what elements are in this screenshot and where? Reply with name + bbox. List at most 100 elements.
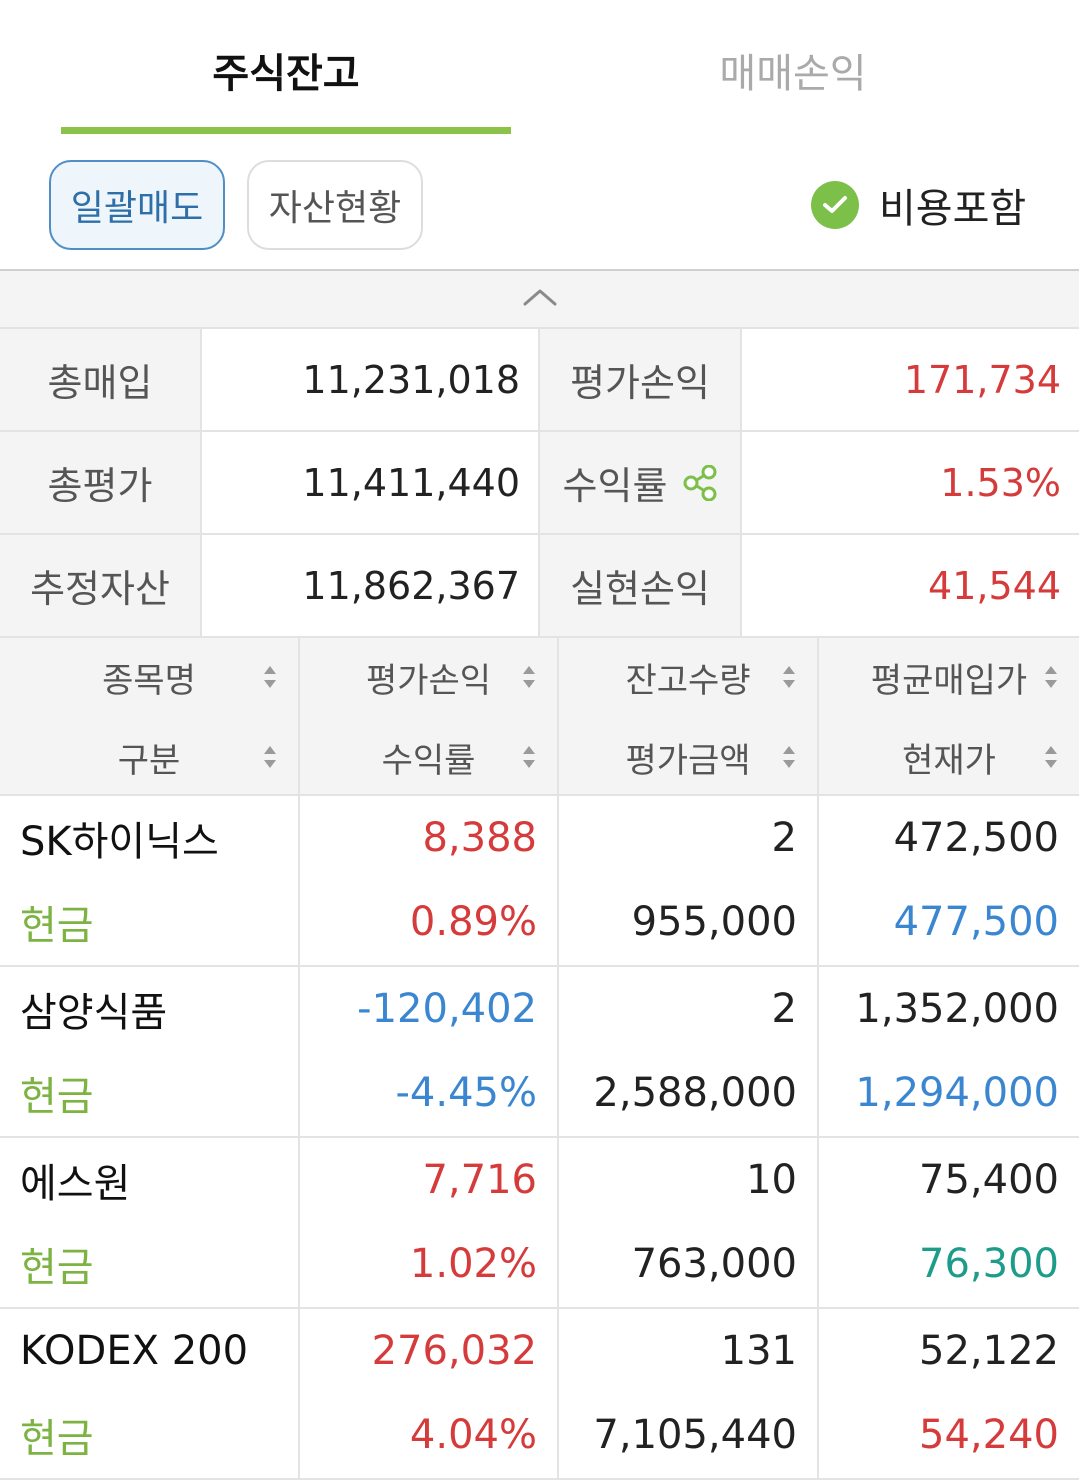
cell-price: 75,400 76,300 <box>819 1138 1079 1307</box>
table-row[interactable]: 에스원 현금 7,716 1.02% 10 763,000 75,400 76,… <box>0 1138 1079 1309</box>
summary-row: 총평가 11,411,440 수익률 1.53% <box>0 430 1079 533</box>
active-tab-indicator <box>61 127 511 134</box>
header-col-pl: 평가손익 수익률 <box>300 638 559 796</box>
summary-label: 실현손익 <box>540 535 742 636</box>
current-price: 76,300 <box>919 1241 1059 1287</box>
cell-name: 에스원 현금 <box>0 1138 300 1307</box>
header-label: 평균매입가 <box>870 660 1028 701</box>
summary-label-with-share: 수익률 <box>540 432 742 533</box>
header-label: 평가금액 <box>625 740 751 781</box>
quantity: 10 <box>746 1157 797 1203</box>
avg-price: 472,500 <box>893 815 1059 861</box>
avg-price: 75,400 <box>919 1157 1059 1203</box>
stock-name: 삼양식품 <box>20 990 168 1036</box>
sort-header-avg[interactable]: 평균매입가 <box>819 638 1079 716</box>
eval-pl: 7,716 <box>422 1157 537 1203</box>
header-col-name: 종목명 구분 <box>0 638 300 796</box>
cell-name: 삼양식품 현금 <box>0 967 300 1136</box>
table-row[interactable]: 삼양식품 현금 -120,402 -4.45% 2 2,588,000 1,35… <box>0 967 1079 1138</box>
cell-pl: 7,716 1.02% <box>300 1138 559 1307</box>
cell-pl: 8,388 0.89% <box>300 796 559 965</box>
include-cost-label: 비용포함 <box>879 186 1027 232</box>
sort-header-eval[interactable]: 평가금액 <box>559 718 817 796</box>
current-price: 54,240 <box>919 1412 1059 1458</box>
holdings-list: SK하이닉스 현금 8,388 0.89% 2 955,000 472,500 … <box>0 796 1079 1480</box>
summary-value: 11,411,440 <box>202 432 540 533</box>
summary-table: 총매입 11,231,018 평가손익 171,734 총평가 11,411,4… <box>0 327 1079 636</box>
holdings-header: 종목명 구분 평가손익 수익률 잔고수량 평가금액 평균매입가 현재가 <box>0 636 1079 796</box>
header-label: 구분 <box>117 740 181 781</box>
account-type: 현금 <box>20 1245 94 1291</box>
eval-amount: 2,588,000 <box>593 1070 797 1116</box>
stock-name: 에스원 <box>20 1161 131 1207</box>
cell-qty: 2 955,000 <box>559 796 819 965</box>
cell-qty: 2 2,588,000 <box>559 967 819 1136</box>
cell-name: KODEX 200 현금 <box>0 1309 300 1478</box>
sort-icon <box>523 746 535 768</box>
cell-pl: -120,402 -4.45% <box>300 967 559 1136</box>
cell-name: SK하이닉스 현금 <box>0 796 300 965</box>
table-row[interactable]: KODEX 200 현금 276,032 4.04% 131 7,105,440… <box>0 1309 1079 1480</box>
sort-icon <box>264 746 276 768</box>
sort-icon <box>1045 666 1057 688</box>
sort-icon <box>1045 746 1057 768</box>
check-circle-icon <box>811 181 859 229</box>
sort-header-pl[interactable]: 평가손익 <box>300 638 557 716</box>
sort-icon <box>264 666 276 688</box>
table-row[interactable]: SK하이닉스 현금 8,388 0.89% 2 955,000 472,500 … <box>0 796 1079 967</box>
eval-amount: 763,000 <box>631 1241 797 1287</box>
bulk-sell-button[interactable]: 일괄매도 <box>49 160 225 250</box>
summary-label: 추정자산 <box>0 535 202 636</box>
summary-label: 평가손익 <box>540 329 742 430</box>
cell-price: 472,500 477,500 <box>819 796 1079 965</box>
sort-header-rate[interactable]: 수익률 <box>300 718 557 796</box>
summary-label: 수익률 <box>562 464 668 508</box>
cell-price: 1,352,000 1,294,000 <box>819 967 1079 1136</box>
cell-qty: 10 763,000 <box>559 1138 819 1307</box>
account-type: 현금 <box>20 1416 94 1462</box>
summary-value: 11,862,367 <box>202 535 540 636</box>
summary-value: 11,231,018 <box>202 329 540 430</box>
summary-collapse-toggle[interactable] <box>0 271 1079 327</box>
quantity: 2 <box>771 986 797 1032</box>
return-rate: 1.02% <box>409 1241 537 1287</box>
sort-icon <box>523 666 535 688</box>
tab-trade-pl[interactable]: 매매손익 <box>568 40 1018 100</box>
account-type: 현금 <box>20 1074 94 1120</box>
header-label: 수익률 <box>381 740 476 781</box>
sort-icon <box>783 746 795 768</box>
include-cost-toggle[interactable]: 비용포함 <box>811 178 1026 232</box>
summary-label: 총매입 <box>0 329 202 430</box>
quantity: 131 <box>720 1328 797 1374</box>
summary-value: 1.53% <box>940 460 1061 505</box>
eval-pl: 8,388 <box>422 815 537 861</box>
sort-header-qty[interactable]: 잔고수량 <box>559 638 817 716</box>
quantity: 2 <box>771 815 797 861</box>
cell-pl: 276,032 4.04% <box>300 1309 559 1478</box>
avg-price: 1,352,000 <box>855 986 1059 1032</box>
header-label: 종목명 <box>102 660 196 701</box>
summary-value: 171,734 <box>903 357 1061 402</box>
current-price: 1,294,000 <box>855 1070 1059 1116</box>
return-rate: 4.04% <box>409 1412 537 1458</box>
asset-status-button[interactable]: 자산현황 <box>247 160 423 250</box>
eval-amount: 7,105,440 <box>593 1412 797 1458</box>
summary-row: 추정자산 11,862,367 실현손익 41,544 <box>0 533 1079 636</box>
avg-price: 52,122 <box>919 1328 1059 1374</box>
current-price: 477,500 <box>893 899 1059 945</box>
sort-header-type[interactable]: 구분 <box>0 718 298 796</box>
stock-name: KODEX 200 <box>20 1328 249 1374</box>
share-icon[interactable] <box>683 464 717 501</box>
summary-label: 총평가 <box>0 432 202 533</box>
chevron-up-icon <box>522 287 558 311</box>
tab-bar: 주식잔고 매매손익 <box>0 0 1079 134</box>
cell-qty: 131 7,105,440 <box>559 1309 819 1478</box>
return-rate: -4.45% <box>395 1070 537 1116</box>
sort-header-cur[interactable]: 현재가 <box>819 718 1079 796</box>
tab-stock-balance[interactable]: 주식잔고 <box>61 40 511 100</box>
summary-row: 총매입 11,231,018 평가손익 171,734 <box>0 327 1079 430</box>
header-label: 평가손익 <box>365 660 492 701</box>
account-type: 현금 <box>20 903 94 949</box>
sort-header-name[interactable]: 종목명 <box>0 638 298 716</box>
sort-icon <box>783 666 795 688</box>
